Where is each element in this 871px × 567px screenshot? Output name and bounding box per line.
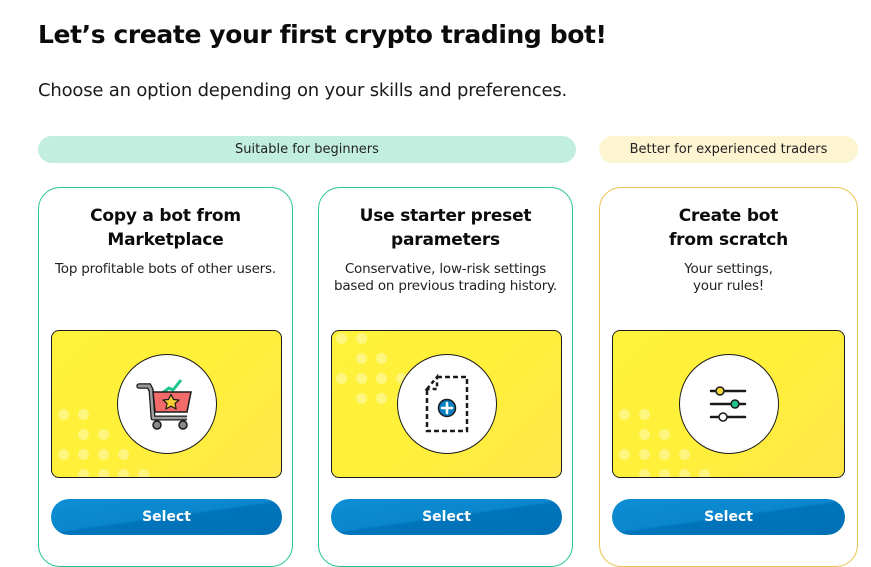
select-from-scratch-button[interactable]: Select [612, 499, 845, 535]
icon-circle [396, 354, 497, 454]
decor-dot [639, 449, 650, 460]
card-description-line: Top profitable bots of other users. [55, 261, 276, 277]
create-from-scratch-card[interactable]: Create bot from scratch Your settings, y… [599, 187, 858, 567]
decor-dot [376, 353, 387, 364]
card-description-line: Your settings, [684, 261, 773, 277]
decor-dot [639, 469, 650, 477]
decor-dot [138, 469, 149, 477]
beginners-badge-label: Suitable for beginners [235, 142, 379, 157]
card-title: Copy a bot from Marketplace [39, 204, 292, 252]
card-illustration [612, 330, 845, 478]
page-subtitle: Choose an option depending on your skill… [38, 80, 568, 101]
card-title: Create bot from scratch [600, 204, 857, 252]
decor-dot [699, 469, 710, 477]
decor-dot [98, 469, 109, 477]
card-title-line: Use starter preset [359, 206, 532, 226]
card-description-line: Conservative, low-risk settings [344, 261, 547, 277]
beginners-badge: Suitable for beginners [38, 136, 576, 163]
card-illustration [331, 330, 562, 478]
decor-dot [376, 373, 387, 384]
card-description-line: based on previous trading history. [333, 278, 557, 294]
shopping-cart-icon [135, 379, 192, 430]
decor-dot [78, 429, 89, 440]
decor-dot [356, 373, 367, 384]
decor-dot [356, 353, 367, 364]
decor-dot [98, 449, 109, 460]
decor-dot [356, 333, 367, 344]
experienced-badge: Better for experienced traders [599, 136, 858, 163]
decor-dot [78, 409, 89, 420]
decor-dot [78, 469, 89, 477]
copy-bot-card[interactable]: Copy a bot from Marketplace Top profitab… [38, 187, 293, 567]
card-title-line: Create bot [678, 206, 779, 226]
decor-dot [639, 429, 650, 440]
page-title: Let’s create your first crypto trading b… [38, 20, 607, 49]
decor-dot [679, 449, 690, 460]
decor-dot [376, 393, 387, 404]
decor-dot [659, 449, 670, 460]
decor-dot [619, 409, 630, 420]
icon-circle [678, 354, 779, 454]
decor-dot [356, 393, 367, 404]
decor-dot [659, 429, 670, 440]
card-title-line: from scratch [668, 230, 789, 250]
new-document-icon [423, 373, 468, 433]
card-description: Conservative, low-risk settings based on… [319, 261, 572, 295]
decor-dot [336, 333, 347, 344]
card-description-line: your rules! [692, 278, 765, 294]
decor-dot [659, 469, 670, 477]
decor-dot [679, 469, 690, 477]
select-starter-preset-button[interactable]: Select [331, 499, 562, 535]
starter-preset-card[interactable]: Use starter preset parameters Conservati… [318, 187, 573, 567]
card-title: Use starter preset parameters [319, 204, 572, 252]
card-title-line: Marketplace [107, 230, 224, 250]
decor-dot [118, 469, 129, 477]
decor-dot [619, 449, 630, 460]
decor-dot [58, 449, 69, 460]
card-title-line: parameters [391, 230, 500, 250]
decor-dot [118, 449, 129, 460]
sliders-icon [709, 386, 746, 422]
icon-circle [116, 354, 217, 454]
experienced-badge-label: Better for experienced traders [629, 142, 828, 157]
select-copy-bot-button[interactable]: Select [51, 499, 282, 535]
decor-dot [336, 373, 347, 384]
card-description: Your settings, your rules! [600, 261, 857, 295]
decor-dot [98, 429, 109, 440]
card-illustration [51, 330, 282, 478]
decor-dot [78, 449, 89, 460]
card-title-line: Copy a bot from [90, 206, 241, 226]
card-description: Top profitable bots of other users. [39, 261, 292, 278]
decor-dot [58, 409, 69, 420]
decor-dot [639, 409, 650, 420]
